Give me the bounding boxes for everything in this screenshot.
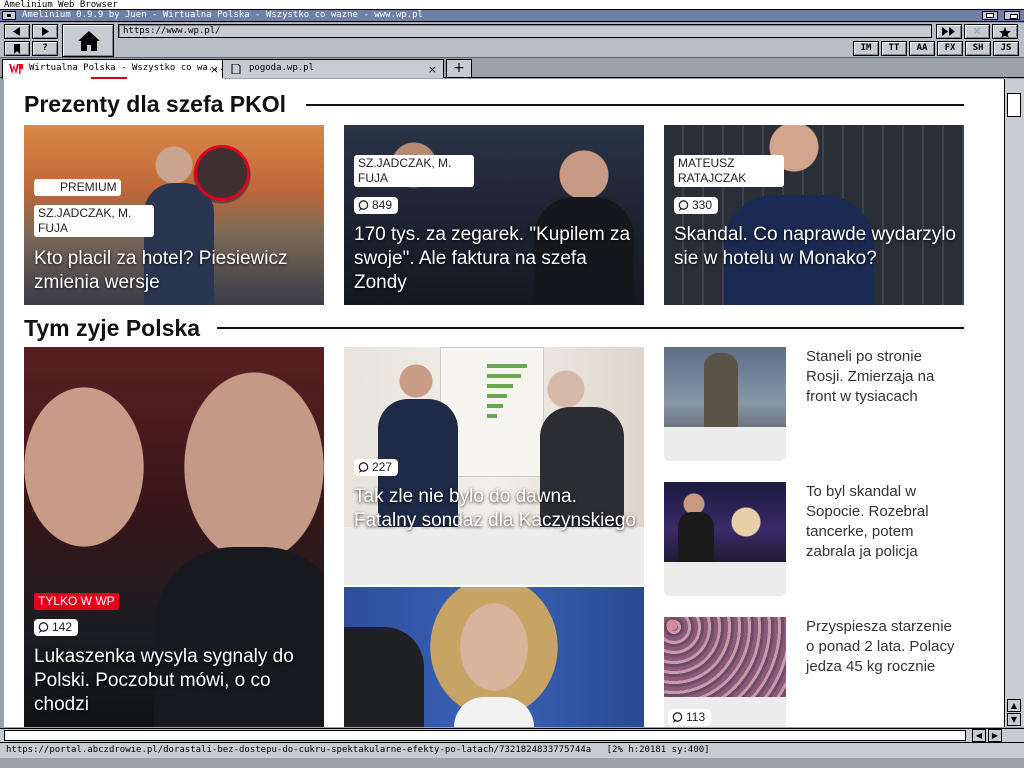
side-article-text[interactable]: To byl skandal w Sopocie. Rozebral tance…	[806, 482, 956, 562]
article-headline[interactable]: Lukaszenka wysyla sygnaly do Polski. Poc…	[34, 645, 316, 717]
premium-badge: PREMIUM	[34, 179, 121, 196]
status-bar: https://portal.abczdrowie.pl/dorastali-b…	[0, 742, 1024, 758]
tab-wp[interactable]: Wirtualna Polska - Wszystko co wa... ×	[2, 59, 226, 79]
hscroll-track[interactable]	[4, 730, 966, 741]
fast-forward-icon	[942, 27, 955, 36]
forward-arrow-icon	[42, 27, 49, 36]
article-card-politician[interactable]	[344, 587, 644, 727]
side-article-thumb-rosja[interactable]	[664, 347, 786, 461]
comment-count-value: 113	[686, 710, 706, 724]
back-button[interactable]	[4, 24, 30, 39]
section-divider	[306, 104, 964, 106]
section-title-prezenty: Prezenty dla szefa PKOl	[24, 91, 287, 117]
article-headline[interactable]: Skandal. Co naprawde wydarzylo sie w hot…	[674, 223, 956, 271]
scroll-down-arrow[interactable]: ▼	[1007, 713, 1021, 726]
favorite-button[interactable]	[992, 24, 1018, 39]
article-card-piesiewicz[interactable]: PREMIUM SZ.JADCZAK, M. FUJA Kto placil z…	[24, 125, 324, 305]
help-button[interactable]: ?	[32, 41, 58, 56]
screen-title-bar: Amelinium Web Browser	[0, 0, 1024, 10]
side-article-thumb-sopot[interactable]	[664, 482, 786, 596]
photo-figure	[704, 353, 738, 427]
article-author: SZ.JADCZAK, M. FUJA	[34, 205, 154, 237]
horizontal-scrollbar[interactable]: ◀ ▶	[0, 728, 1024, 742]
comment-count: 227	[354, 459, 399, 476]
tab-wp-title: Wirtualna Polska - Wszystko co wa...	[29, 63, 225, 73]
page-icon	[231, 64, 241, 74]
home-button[interactable]	[62, 24, 114, 57]
comment-count: 330	[674, 197, 719, 214]
window-title-bar[interactable]: Amelinium 0.9.9 by Juen - Wirtualna Pols…	[0, 10, 1024, 22]
scroll-left-arrow[interactable]: ◀	[972, 729, 986, 742]
star-icon	[999, 27, 1011, 38]
article-card-zegarek[interactable]: SZ.JADCZAK, M. FUJA 849 170 tys. za zega…	[344, 125, 644, 305]
bookmark-button[interactable]	[4, 41, 30, 56]
exclusive-badge: TYLKO W WP	[34, 593, 119, 610]
article-author: SZ.JADCZAK, M. FUJA	[354, 155, 474, 187]
article-headline[interactable]: Kto placil za hotel? Piesiewicz zmienia …	[34, 247, 316, 295]
page-viewport[interactable]: Prezenty dla szefa PKOl PREMIUM SZ.JADCZ…	[4, 79, 1004, 727]
back-arrow-icon	[13, 27, 20, 36]
mode-button-aa[interactable]: AA	[909, 41, 935, 56]
article-headline[interactable]: 170 tys. za zegarek. "Kupilem za swoje".…	[354, 223, 636, 295]
window-title: Amelinium 0.9.9 by Juen - Wirtualna Pols…	[22, 10, 423, 20]
url-input[interactable]: https://www.wp.pl/	[118, 24, 932, 38]
window-depth-gadget[interactable]	[1004, 11, 1020, 20]
side-article-text[interactable]: Staneli po stronie Rosji. Zmierzaja na f…	[806, 347, 956, 407]
fast-forward-button[interactable]	[936, 24, 962, 39]
window-close-gadget[interactable]	[2, 11, 16, 20]
mode-button-fx[interactable]: FX	[937, 41, 963, 56]
article-card-sondaz[interactable]: 227 Tak zle nie bylo do dawna. Fatalny s…	[344, 347, 644, 585]
forward-button[interactable]	[32, 24, 58, 39]
comment-bubble-icon	[678, 200, 689, 211]
comment-bubble-icon	[38, 622, 49, 633]
section-divider	[217, 327, 964, 329]
status-url: https://portal.abczdrowie.pl/dorastali-b…	[6, 745, 592, 755]
screen-title: Amelinium Web Browser	[4, 0, 118, 10]
comment-count: 113	[668, 709, 712, 726]
article-photo	[664, 617, 786, 697]
article-card-monako[interactable]: MATEUSZ RATAJCZAK 330 Skandal. Co napraw…	[664, 125, 964, 305]
tab-bar: Wirtualna Polska - Wszystko co wa... × p…	[0, 58, 1024, 79]
bottom-strip	[0, 758, 1024, 768]
tab-pogoda-close-icon[interactable]: ×	[428, 61, 437, 78]
tab-wp-close-icon[interactable]: ×	[210, 61, 219, 78]
bookmark-icon	[14, 44, 20, 54]
photo-figure	[344, 627, 424, 727]
comment-bubble-icon	[358, 200, 369, 211]
photo-inset-circle	[194, 145, 250, 201]
status-info: [2% h:20181 sy:400]	[606, 745, 710, 755]
comment-count-value: 142	[52, 620, 73, 634]
comment-count-value: 330	[692, 198, 713, 212]
scroll-thumb[interactable]	[1007, 93, 1021, 117]
stop-button[interactable]	[964, 24, 990, 39]
vertical-scrollbar[interactable]: ▲ ▼	[1004, 79, 1024, 727]
wp-favicon-icon	[9, 64, 23, 74]
side-article-text[interactable]: Przyspiesza starzenie o ponad 2 lata. Po…	[806, 617, 956, 677]
new-tab-button[interactable]: +	[446, 59, 472, 78]
mode-button-im[interactable]: IM	[853, 41, 879, 56]
comment-count-value: 227	[372, 460, 393, 474]
section-title-tym-zyje: Tym zyje Polska	[24, 315, 200, 341]
comment-count: 142	[34, 619, 79, 636]
photo-figure	[678, 512, 714, 562]
comment-bubble-icon	[358, 462, 369, 473]
toolbar: ? https://www.wp.pl/ IM TT AA FX SH JS	[0, 23, 1024, 58]
stop-x-icon	[973, 27, 981, 35]
mode-button-tt[interactable]: TT	[881, 41, 907, 56]
mode-button-js[interactable]: JS	[993, 41, 1019, 56]
scroll-up-arrow[interactable]: ▲	[1007, 699, 1021, 712]
side-article-thumb-cukier[interactable]: 113	[664, 617, 786, 727]
article-headline[interactable]: Tak zle nie bylo do dawna. Fatalny sonda…	[354, 485, 636, 533]
comment-count: 849	[354, 197, 399, 214]
article-author: MATEUSZ RATAJCZAK	[674, 155, 784, 187]
tab-pogoda-title: pogoda.wp.pl	[249, 63, 315, 73]
comment-count-value: 849	[372, 198, 393, 212]
tab-pogoda[interactable]: pogoda.wp.pl ×	[222, 59, 444, 78]
comment-bubble-icon	[672, 712, 683, 723]
article-card-lukaszenka[interactable]: TYLKO W WP 142 Lukaszenka wysyla sygnaly…	[24, 347, 324, 727]
scroll-right-arrow[interactable]: ▶	[988, 729, 1002, 742]
mode-button-sh[interactable]: SH	[965, 41, 991, 56]
home-icon	[78, 31, 100, 51]
window-zoom-gadget[interactable]	[982, 11, 998, 20]
